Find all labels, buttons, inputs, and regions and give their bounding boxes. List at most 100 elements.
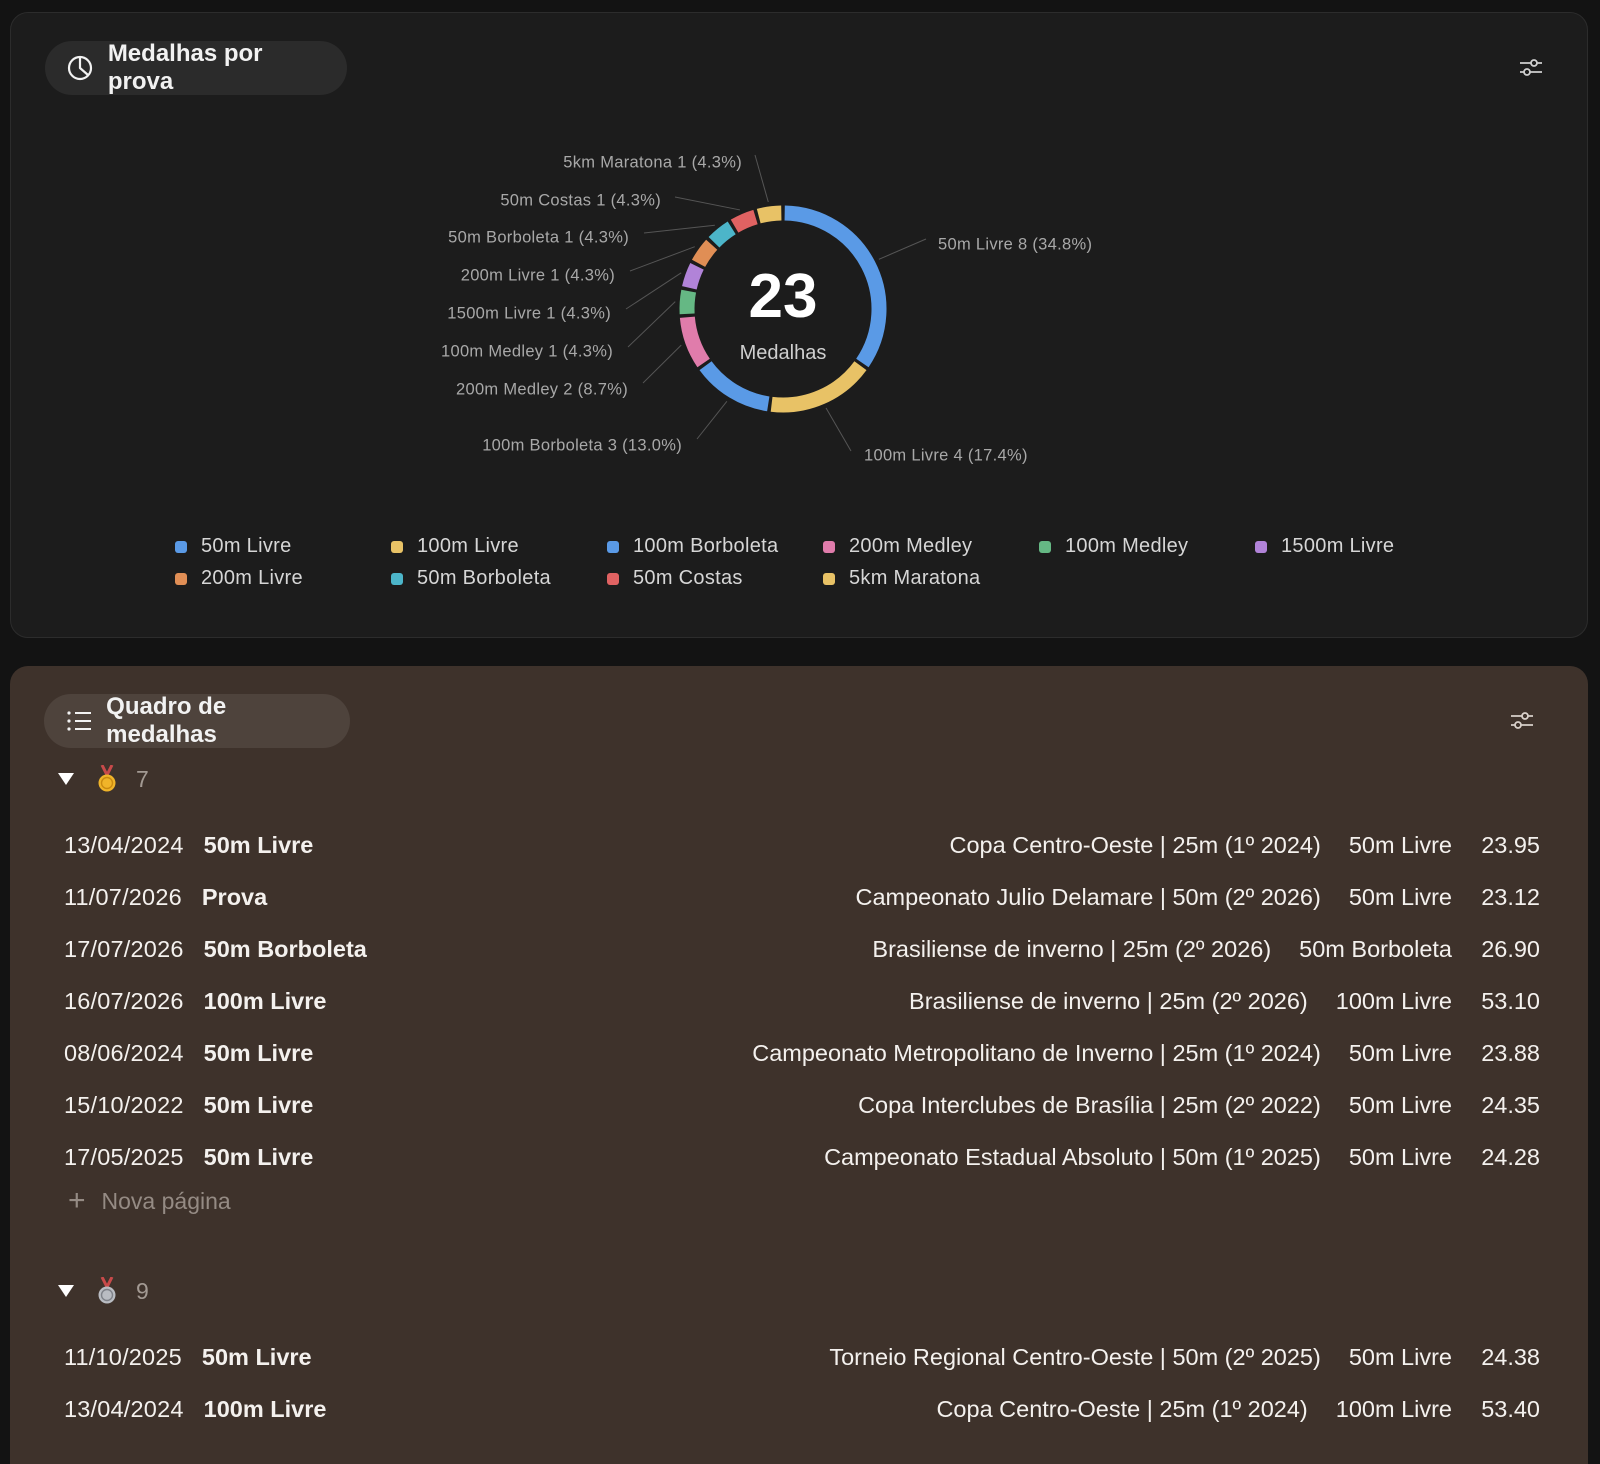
- row-time: 24.28: [1481, 1143, 1540, 1170]
- row-details: Campeonato Estadual Absoluto | 50m (1º 2…: [824, 1144, 1540, 1171]
- row-details: Copa Interclubes de Brasília | 25m (2º 2…: [858, 1092, 1540, 1119]
- row-prova: 100m Livre: [1335, 1395, 1452, 1422]
- legend-item[interactable]: 100m Livre: [391, 535, 607, 558]
- row-name: 50m Livre: [201, 1343, 312, 1370]
- donut-total: 23: [749, 262, 818, 331]
- group-header-silver[interactable]: 9: [58, 1276, 149, 1306]
- legend-swatch: [823, 540, 835, 553]
- leader-line: [696, 400, 728, 440]
- leader-line: [878, 238, 927, 260]
- slice-label: 50m Livre 8 (34.8%): [938, 235, 1092, 253]
- donut-slice-100m-livre[interactable]: [770, 361, 867, 413]
- slice-label: 5km Maratona 1 (4.3%): [563, 153, 742, 171]
- donut-slice-200m-medley[interactable]: [679, 316, 710, 368]
- table-row[interactable]: 08/06/2024 50m Livre Campeonato Metropolit…: [64, 1027, 1540, 1079]
- row-competition: Campeonato Estadual Absoluto | 50m (1º 2…: [824, 1143, 1321, 1170]
- leader-line: [674, 196, 741, 211]
- legend-item[interactable]: 200m Medley: [823, 535, 1039, 558]
- row-date: 16/07/2026: [64, 987, 184, 1014]
- new-page-label: Nova página: [101, 1187, 231, 1214]
- silver-rows: 11/10/2025 50m Livre Torneio Regional Cent…: [64, 1331, 1540, 1435]
- table-row[interactable]: 17/05/2025 50m Livre Campeonato Estadual A…: [64, 1131, 1540, 1183]
- table-row[interactable]: 13/04/2024 50m Livre Copa Centro-Oeste | 2…: [64, 819, 1540, 871]
- medal-table-card: Quadro de medalhas 7 13/04/2024 50m Livre…: [10, 666, 1588, 1464]
- leader-line: [754, 154, 769, 203]
- row-date: 13/04/2024: [64, 831, 184, 858]
- legend-swatch: [391, 572, 403, 585]
- legend-swatch: [823, 572, 835, 585]
- slice-label: 100m Medley 1 (4.3%): [441, 342, 613, 360]
- row-date: 08/06/2024: [64, 1039, 184, 1066]
- table-row[interactable]: 13/04/2024 100m Livre Copa Centro-Oeste | …: [64, 1383, 1540, 1435]
- row-time: 23.88: [1481, 1039, 1540, 1066]
- slice-label: 100m Borboleta 3 (13.0%): [482, 436, 682, 454]
- legend-swatch: [607, 572, 619, 585]
- row-name: 50m Livre: [203, 1091, 314, 1118]
- table-row[interactable]: 15/10/2022 50m Livre Copa Interclubes de B…: [64, 1079, 1540, 1131]
- donut-slice-100m-medley[interactable]: [679, 289, 697, 315]
- silver-medal-icon: [96, 1276, 118, 1305]
- table-row[interactable]: 11/07/2026 Prova Campeonato Julio Delamare…: [64, 871, 1540, 923]
- row-prova: 50m Livre: [1348, 831, 1452, 858]
- row-prova: 50m Livre: [1348, 1343, 1452, 1370]
- slice-label: 50m Borboleta 1 (4.3%): [448, 228, 629, 246]
- donut-slice-200m-livre[interactable]: [691, 239, 718, 268]
- legend-item[interactable]: 5km Maratona: [823, 567, 1039, 590]
- row-details: Campeonato Julio Delamare | 50m (2º 2026…: [855, 884, 1540, 911]
- legend-item[interactable]: 50m Costas: [607, 567, 823, 590]
- slice-label: 200m Livre 1 (4.3%): [461, 266, 615, 284]
- legend-label: 100m Medley: [1065, 535, 1189, 557]
- legend-label: 50m Livre: [201, 535, 292, 557]
- legend-item[interactable]: 200m Livre: [175, 567, 391, 590]
- donut-slice-50m-borboleta[interactable]: [708, 221, 736, 248]
- legend-item[interactable]: 1500m Livre: [1255, 535, 1471, 558]
- row-competition: Campeonato Julio Delamare | 50m (2º 2026…: [855, 883, 1321, 910]
- table-row[interactable]: 11/10/2025 50m Livre Torneio Regional Cent…: [64, 1331, 1540, 1383]
- group-header-gold[interactable]: 7: [58, 764, 149, 794]
- sliders-icon[interactable]: [1508, 707, 1536, 735]
- legend-swatch: [175, 540, 187, 553]
- row-date: 17/05/2025: [64, 1143, 184, 1170]
- row-details: Copa Centro-Oeste | 25m (1º 2024) 100m Li…: [936, 1396, 1540, 1423]
- row-competition: Brasiliense de inverno | 25m (2º 2026): [872, 935, 1272, 962]
- new-page-button[interactable]: + Nova página: [68, 1186, 231, 1216]
- row-prova: 50m Borboleta: [1299, 935, 1452, 962]
- legend-label: 200m Livre: [201, 567, 303, 589]
- row-date: 13/04/2024: [64, 1395, 184, 1422]
- row-time: 53.40: [1481, 1395, 1540, 1422]
- row-name: Prova: [201, 883, 268, 910]
- table-row[interactable]: 16/07/2026 100m Livre Brasiliense de inver…: [64, 975, 1540, 1027]
- table-title-pill[interactable]: Quadro de medalhas: [44, 693, 350, 748]
- slice-label: 50m Costas 1 (4.3%): [500, 191, 661, 209]
- donut-slice-50m-costas[interactable]: [730, 209, 758, 233]
- legend-item[interactable]: 50m Livre: [175, 535, 391, 558]
- row-name: 50m Livre: [203, 831, 314, 858]
- row-date: 15/10/2022: [64, 1091, 184, 1118]
- row-name: 100m Livre: [203, 1395, 327, 1422]
- row-competition: Copa Interclubes de Brasília | 25m (2º 2…: [858, 1091, 1321, 1118]
- row-name: 50m Borboleta: [203, 935, 367, 962]
- legend-label: 100m Borboleta: [633, 535, 779, 557]
- caret-down-icon: [58, 773, 74, 785]
- row-competition: Copa Centro-Oeste | 25m (1º 2024): [949, 831, 1321, 858]
- table-row[interactable]: 17/07/2026 50m Borboleta Brasiliense de in…: [64, 923, 1540, 975]
- gold-rows: 13/04/2024 50m Livre Copa Centro-Oeste | 2…: [64, 819, 1540, 1183]
- row-time: 26.90: [1481, 935, 1540, 962]
- legend-swatch: [607, 540, 619, 553]
- row-competition: Brasiliense de inverno | 25m (2º 2026): [909, 987, 1308, 1014]
- leader-line: [825, 407, 852, 452]
- legend-swatch: [175, 572, 187, 585]
- legend-label: 50m Costas: [633, 567, 743, 589]
- donut-slice-1500m-livre[interactable]: [682, 262, 704, 290]
- donut-slice-5km-maratona[interactable]: [756, 205, 782, 224]
- legend-swatch: [1039, 540, 1051, 553]
- legend-item[interactable]: 100m Borboleta: [607, 535, 823, 558]
- donut-chart: 50m Livre 8 (34.8%) 100m Livre 4 (17.4%) 1…: [441, 153, 1092, 464]
- donut-slice-100m-borboleta[interactable]: [699, 361, 770, 412]
- legend-item[interactable]: 50m Borboleta: [391, 567, 607, 590]
- row-prova: 50m Livre: [1348, 883, 1452, 910]
- row-prova: 50m Livre: [1348, 1039, 1452, 1066]
- legend-label: 1500m Livre: [1281, 535, 1395, 557]
- row-date: 17/07/2026: [64, 935, 184, 962]
- legend-item[interactable]: 100m Medley: [1039, 535, 1255, 558]
